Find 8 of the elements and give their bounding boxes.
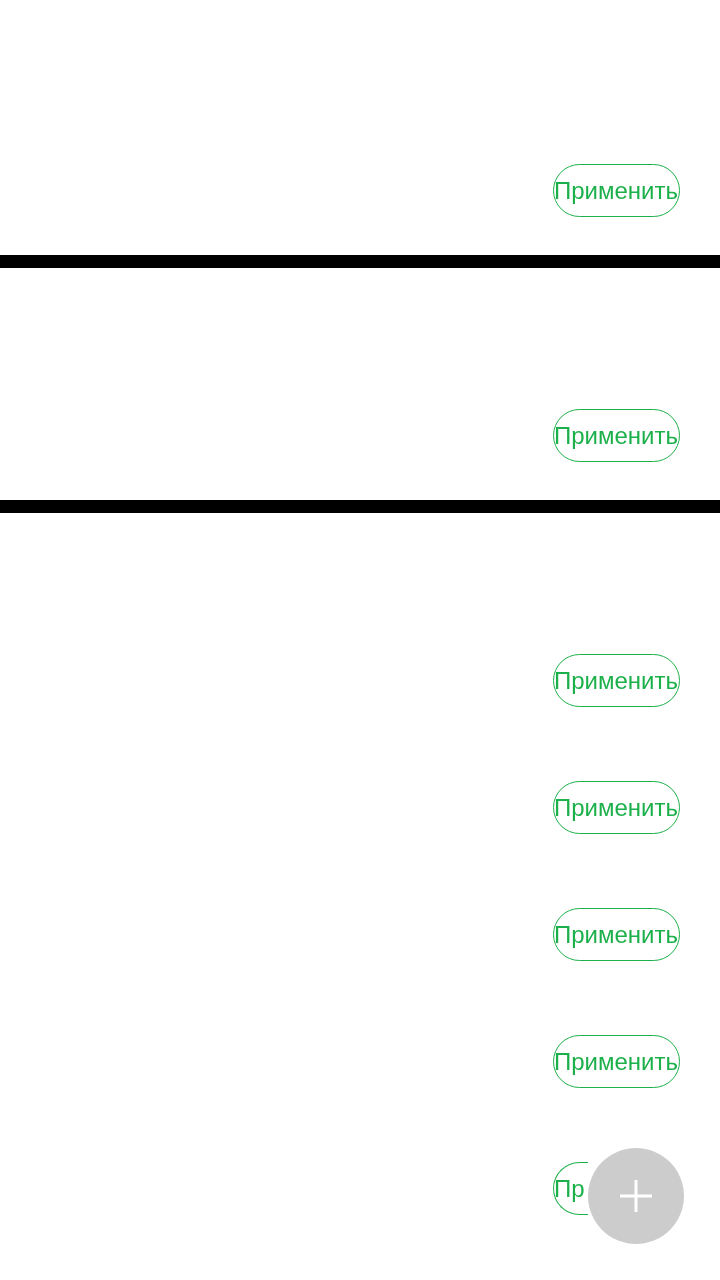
apply-button[interactable]: Пр (553, 1162, 588, 1215)
apply-button[interactable]: Применить (553, 409, 680, 462)
plus-icon (620, 1180, 652, 1212)
apply-button[interactable]: Применить (553, 908, 680, 961)
apply-button[interactable]: Применить (553, 654, 680, 707)
apply-button[interactable]: Применить (553, 1035, 680, 1088)
apply-button[interactable]: Применить (553, 164, 680, 217)
apply-button[interactable]: Применить (553, 781, 680, 834)
